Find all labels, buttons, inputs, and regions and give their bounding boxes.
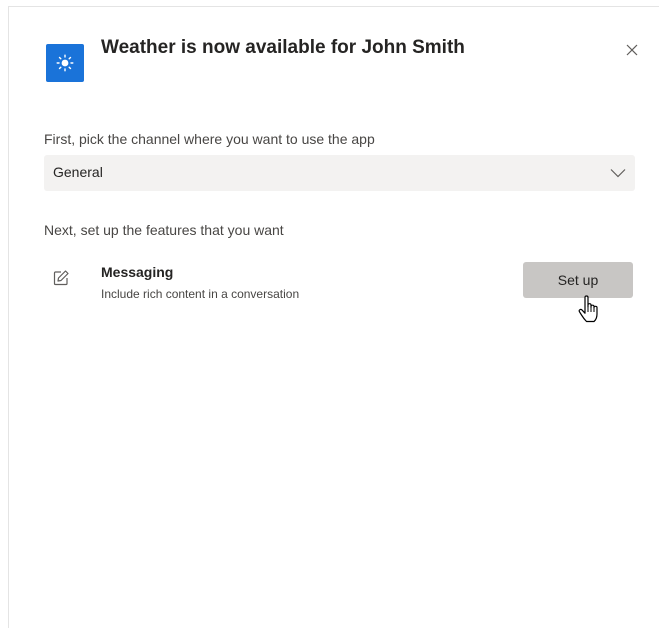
sun-icon	[46, 44, 84, 82]
chevron-down-icon	[610, 169, 626, 178]
feature-description: Include rich content in a conversation	[101, 287, 300, 301]
features-label: Next, set up the features that you want	[44, 222, 284, 238]
channel-select[interactable]: General	[44, 155, 635, 191]
setup-dialog: Weather is now available for John Smith …	[8, 6, 659, 628]
hand-cursor-icon	[578, 295, 598, 323]
feature-row-messaging: Messaging Include rich content in a conv…	[44, 259, 635, 309]
channel-label: First, pick the channel where you want t…	[44, 131, 375, 147]
close-button[interactable]	[621, 39, 643, 61]
setup-button[interactable]: Set up	[523, 262, 633, 298]
dialog-title: Weather is now available for John Smith	[101, 37, 465, 58]
close-icon	[626, 44, 638, 56]
edit-icon	[53, 270, 69, 286]
feature-title: Messaging	[101, 264, 174, 280]
channel-selected-value: General	[53, 164, 103, 180]
